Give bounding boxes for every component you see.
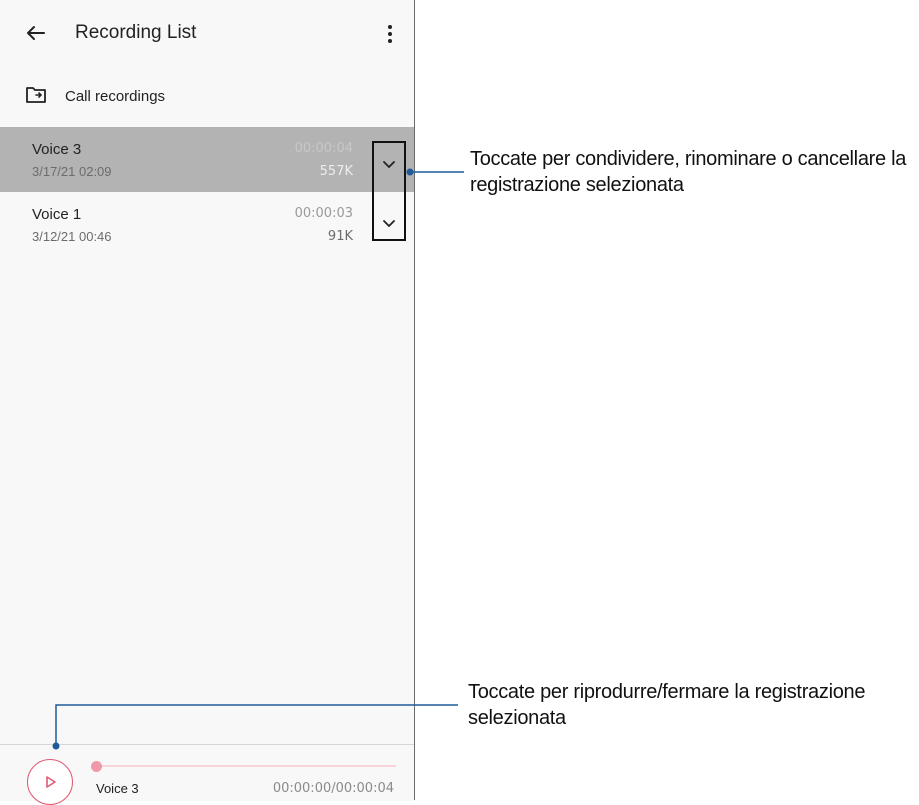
menu-callout-line2: registrazione selezionata [470, 174, 684, 196]
player-time: 00:00:00/00:00:04 [272, 781, 394, 796]
menu-callout-line1: Toccate per condividere, rinominare o ca… [470, 148, 907, 170]
phone-screen: Recording List Call recordings Voice 3 3… [0, 0, 415, 805]
recording-name: Voice 1 [32, 206, 82, 223]
play-callout: Toccate per riprodurre/fermare la regist… [468, 679, 866, 731]
recording-duration: 00:00:03 [294, 206, 353, 221]
play-button[interactable] [27, 759, 73, 805]
call-recordings-folder[interactable]: Call recordings [0, 76, 414, 118]
recording-duration: 00:00:04 [294, 141, 353, 156]
recording-name: Voice 3 [32, 141, 82, 158]
recording-date: 3/12/21 00:46 [32, 229, 112, 244]
play-icon [46, 776, 56, 788]
menu-callout: Toccate per condividere, rinominare o ca… [470, 146, 906, 198]
more-vertical-icon [388, 25, 392, 43]
play-callout-line2: selezionata [468, 707, 566, 729]
player-bar: Voice 3 00:00:00/00:00:04 [0, 744, 414, 805]
callout-highlight-box [372, 141, 406, 241]
recording-size: 91K [327, 229, 353, 244]
player-recording-name: Voice 3 [96, 781, 139, 796]
list-item[interactable]: Voice 1 3/12/21 00:46 00:00:03 91K [0, 192, 414, 257]
play-callout-line1: Toccate per riprodurre/fermare la regist… [468, 681, 866, 703]
arrow-left-icon [27, 26, 45, 40]
recording-size: 557K [319, 164, 353, 179]
progress-slider[interactable] [96, 765, 396, 767]
app-bar: Recording List [0, 0, 414, 70]
list-item[interactable]: Voice 3 3/17/21 02:09 00:00:04 557K [0, 127, 414, 192]
progress-handle[interactable] [91, 761, 102, 772]
folder-label: Call recordings [65, 88, 166, 105]
folder-icon [26, 87, 46, 103]
recording-date: 3/17/21 02:09 [32, 164, 112, 179]
back-button[interactable] [22, 19, 50, 47]
more-options-button[interactable] [383, 22, 397, 46]
page-title: Recording List [75, 22, 197, 43]
